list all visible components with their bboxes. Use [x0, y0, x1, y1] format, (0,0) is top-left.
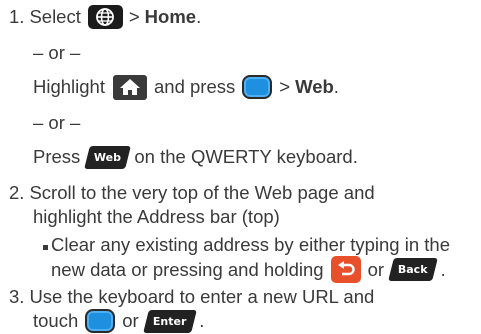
step-1-line-3: Press Web on the QWERTY keyboard. [33, 144, 358, 170]
period: . [199, 310, 205, 331]
bullet-line-1: Clear any existing address by either typ… [43, 232, 450, 258]
step-text: Scroll to the very top of the Web page a… [29, 182, 375, 203]
bullet-marker [43, 244, 48, 250]
enter-key-icon: Enter [142, 309, 197, 333]
bullet-line-2: new data or pressing and holding or Back… [51, 256, 446, 283]
period: . [333, 76, 339, 97]
or-separator-2: – or – [33, 110, 80, 136]
or-separator-1: – or – [33, 40, 80, 66]
step-text: and press [154, 76, 236, 97]
step-number: 2. [9, 182, 25, 203]
step-1-line-1: 1. Select > Home . [9, 4, 201, 30]
step-number: 1. [9, 6, 25, 27]
web-key-label: Web [94, 150, 122, 163]
step-text: on the QWERTY keyboard. [134, 146, 358, 167]
step-number: 3. [9, 286, 25, 307]
step-text: Select [29, 6, 81, 27]
step-text: Press [33, 146, 81, 167]
home-menu-label: Home [144, 6, 197, 27]
back-key-label: Back [398, 262, 428, 276]
step-3-line-1: 3. Use the keyboard to enter a new URL a… [9, 284, 374, 310]
back-key-icon: Back [388, 258, 438, 281]
step-3-line-2: touch or Enter . [33, 308, 204, 334]
step-text: touch [33, 310, 79, 331]
enter-key-label: Enter [152, 314, 187, 327]
step-text: Use the keyboard to enter a new URL and [29, 286, 375, 307]
or-text: – or – [33, 112, 81, 133]
bullet-text: new data or pressing and holding [51, 258, 324, 280]
or-text: or [367, 258, 385, 280]
web-menu-label: Web [295, 76, 334, 97]
web-key-icon: Web [84, 145, 132, 169]
separator: > [279, 76, 291, 97]
navigation-key-icon [242, 75, 273, 99]
step-1-line-2: Highlight and press > Web . [33, 74, 339, 100]
or-text: – or – [33, 42, 81, 63]
back-arrow-icon [330, 256, 361, 283]
step-2-line-1: 2. Scroll to the very top of the Web pag… [9, 180, 375, 206]
globe-icon [87, 5, 123, 29]
separator: > [128, 6, 140, 27]
home-icon [113, 74, 147, 100]
step-2-line-2: highlight the Address bar (top) [33, 204, 280, 230]
step-text: highlight the Address bar (top) [33, 206, 280, 227]
bullet-text: Clear any existing address by either typ… [51, 234, 450, 255]
step-text: Highlight [33, 76, 105, 97]
period: . [440, 258, 446, 280]
or-text: or [122, 310, 139, 331]
period: . [196, 6, 202, 27]
navigation-key-icon [85, 309, 116, 333]
